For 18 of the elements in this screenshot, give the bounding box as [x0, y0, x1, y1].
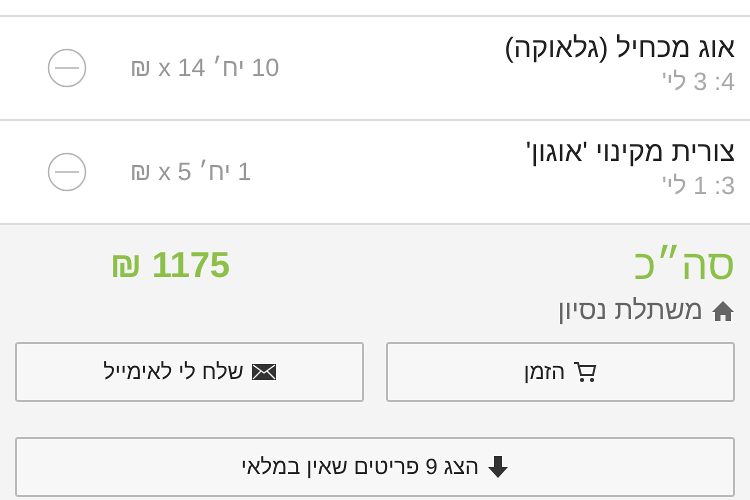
remove-icon[interactable] [47, 48, 87, 88]
email-button[interactable]: שלח לי לאימייל [15, 342, 364, 402]
nursery-name: משתלת נסיון [558, 295, 703, 326]
item-detail: 3: 1 לי' [660, 172, 735, 200]
total-amount: 1175 ₪ [110, 244, 230, 286]
item-quantity: 1 יח׳ x 5 ₪ [130, 158, 252, 186]
total-label: סה״כ [634, 241, 735, 289]
envelope-icon [252, 364, 276, 380]
home-icon [711, 300, 735, 322]
item-name: אוג מכחיל (גלאוקה) [503, 32, 735, 64]
order-button[interactable]: הזמן [386, 342, 735, 402]
item-quantity: 10 יח׳ x 14 ₪ [130, 54, 280, 82]
item-name: צורית מקינוי 'אוגון' [524, 136, 735, 168]
down-arrow-icon [486, 455, 509, 479]
show-more-button[interactable]: הצג 9 פריטים שאין במלאי [15, 437, 735, 497]
cart-icon [573, 361, 598, 383]
remove-icon[interactable] [47, 152, 87, 192]
item-detail: 4: 3 לי' [660, 68, 735, 96]
